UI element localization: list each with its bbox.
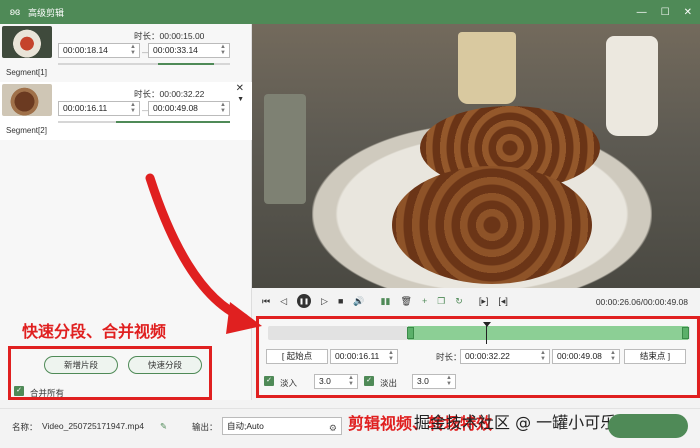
output-value: 自动;Auto (227, 421, 264, 431)
annotation-arrow (145, 173, 262, 334)
output-select[interactable]: 自动;Auto ⚙ (222, 417, 342, 435)
watermark: 掘金技术社区 @ 一罐小可乐 (414, 413, 617, 432)
export-button[interactable] (608, 414, 688, 438)
gear-icon[interactable]: ⚙ (329, 420, 337, 436)
output-label: 输出： (192, 422, 218, 432)
output-filename: Video_250725171947.mp4 (42, 421, 144, 431)
edit-name-icon[interactable]: ✎ (160, 421, 167, 432)
name-label: 名称： (12, 422, 38, 432)
